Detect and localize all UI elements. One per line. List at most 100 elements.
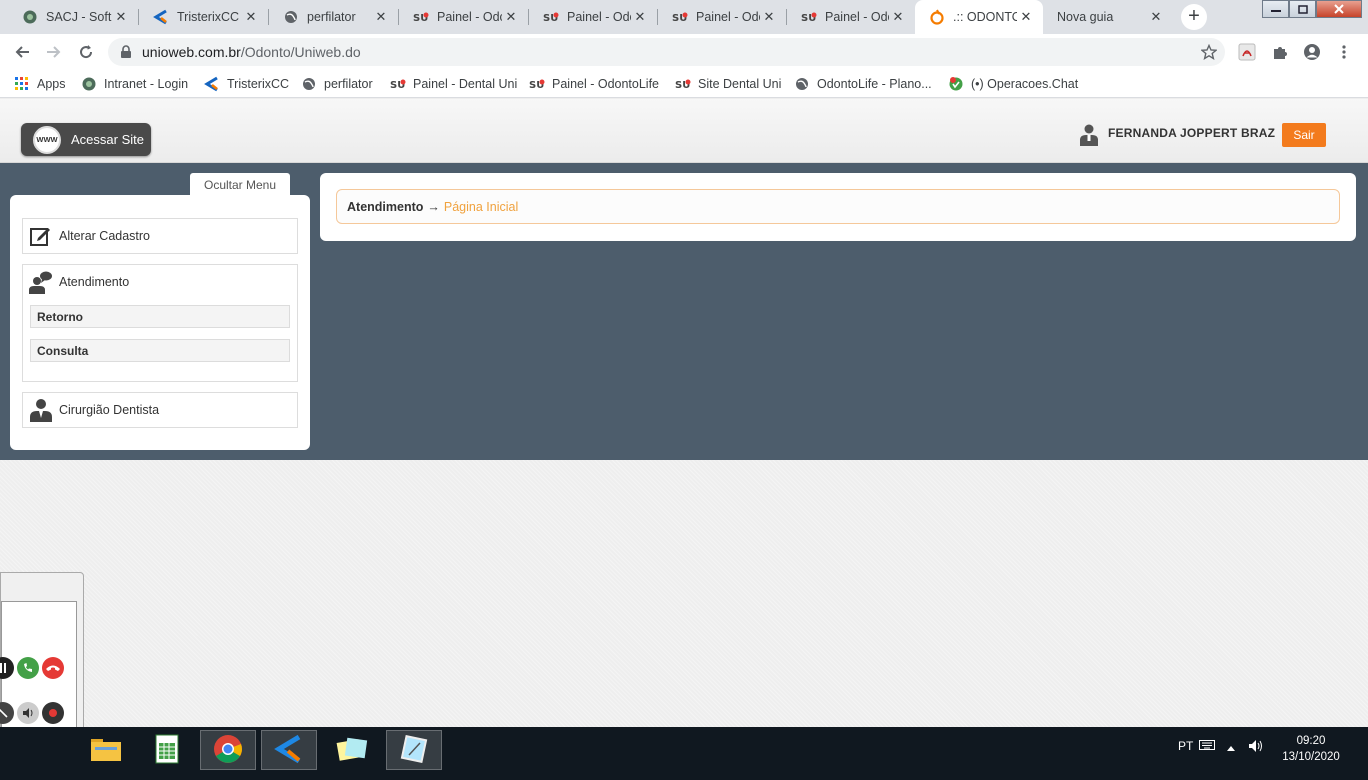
main-content-area: Ocultar Menu Alterar Cadastro Atendiment… [0, 163, 1368, 460]
tab-title: Painel - Odc [437, 10, 502, 24]
content-panel: Atendimento → Página Inicial [320, 173, 1356, 241]
tab-title: TristerixCC [177, 10, 240, 24]
pdf-extension-icon[interactable] [1236, 41, 1258, 63]
bookmark-intranet[interactable]: Intranet - Login [81, 75, 188, 93]
new-tab-button[interactable]: + [1181, 4, 1207, 30]
bookmark-site-dental-uni[interactable]: SU Site Dental Uni [675, 75, 781, 93]
url-host: unioweb.com.br [142, 44, 241, 60]
volume-icon[interactable] [1248, 739, 1264, 756]
bookmark-label: perfilator [324, 77, 373, 91]
menu-atendimento-header[interactable]: Atendimento [23, 265, 297, 299]
record-icon[interactable] [42, 702, 64, 724]
answer-call-icon[interactable] [17, 657, 39, 679]
bookmark-label: Painel - OdontoLife [552, 77, 660, 91]
tab-sacj[interactable]: SACJ - Softn ✕ [8, 0, 138, 34]
close-icon[interactable]: ✕ [889, 9, 907, 25]
tab-painel-1[interactable]: SU Painel - Odc ✕ [399, 0, 528, 34]
clock-time: 09:20 [1296, 735, 1326, 747]
su-logo-icon: SU [672, 9, 688, 25]
bookmark-odontolife-plano[interactable]: OdontoLife - Plano... [794, 75, 932, 93]
hangup-icon[interactable] [42, 657, 64, 679]
bookmark-painel-dental-uni[interactable]: SU Painel - Dental Uni [390, 75, 517, 93]
tray-chevron-up-icon[interactable] [1226, 741, 1236, 755]
close-icon[interactable]: ✕ [112, 9, 130, 25]
taskbar-chrome[interactable] [200, 730, 256, 770]
window-controls [1262, 0, 1362, 20]
tab-painel-3[interactable]: SU Painel - Odc ✕ [658, 0, 786, 34]
tab-title: Nova guia [1057, 10, 1114, 24]
acessar-site-button[interactable]: WWW Acessar Site [21, 123, 151, 156]
tab-title: Painel - Odc [825, 10, 889, 24]
bookmark-label: Site Dental Uni [698, 77, 782, 91]
profile-avatar-icon[interactable] [1301, 41, 1323, 63]
globe-icon [301, 76, 317, 92]
close-icon[interactable]: ✕ [372, 9, 390, 25]
breadcrumb-current[interactable]: Página Inicial [444, 200, 518, 214]
bookmark-tristerix[interactable]: TristerixCC [204, 75, 289, 93]
taskbar-remote[interactable] [386, 730, 442, 770]
web-page: WWW Acessar Site FERNANDA JOPPERT BRAZ S… [0, 99, 1368, 727]
extensions-puzzle-icon[interactable] [1269, 41, 1291, 63]
close-icon[interactable]: ✕ [242, 9, 260, 25]
maximize-icon[interactable] [1289, 0, 1316, 18]
close-icon[interactable]: ✕ [631, 9, 649, 25]
menu-alterar-cadastro[interactable]: Alterar Cadastro [22, 218, 298, 254]
forward-arrow-icon[interactable] [42, 40, 66, 64]
back-arrow-icon[interactable] [10, 40, 34, 64]
language-indicator[interactable]: PT [1178, 739, 1193, 753]
pause-icon[interactable] [0, 657, 14, 679]
speaker-icon[interactable] [17, 702, 39, 724]
mute-icon[interactable] [0, 702, 14, 724]
tab-title: SACJ - Softn [46, 10, 112, 24]
bookmark-operacoes-chat[interactable]: (•) Operacoes.Chat [948, 75, 1078, 93]
tab-painel-4[interactable]: SU Painel - Odc ✕ [787, 0, 915, 34]
keyboard-icon[interactable] [1199, 739, 1215, 754]
close-icon[interactable]: ✕ [502, 9, 520, 25]
taskbar-notes[interactable] [324, 730, 380, 770]
bookmark-perfilator[interactable]: perfilator [301, 75, 373, 93]
window-close-icon[interactable] [1316, 0, 1362, 18]
reload-icon[interactable] [74, 40, 98, 64]
submenu-consulta[interactable]: Consulta [30, 339, 290, 362]
close-icon[interactable]: ✕ [1017, 9, 1035, 25]
sidebar-menu: Alterar Cadastro Atendimento Retorno Con… [10, 195, 310, 450]
chrome-icon [213, 734, 243, 767]
taskbar-explorer[interactable] [78, 730, 134, 770]
breadcrumb-root: Atendimento [347, 199, 424, 214]
minimize-icon[interactable] [1262, 0, 1289, 18]
su-logo-icon: SU [529, 76, 545, 92]
close-icon[interactable]: ✕ [1147, 9, 1165, 25]
tab-perfilator[interactable]: perfilator ✕ [269, 0, 398, 34]
address-bar[interactable]: unioweb.com.br/Odonto/Uniweb.do [108, 38, 1225, 66]
logout-button[interactable]: Sair [1282, 123, 1326, 147]
tab-tristerix[interactable]: TristerixCC ✕ [139, 0, 268, 34]
menu-atendimento: Atendimento Retorno Consulta [22, 264, 298, 382]
spreadsheet-icon [155, 734, 179, 767]
lock-icon [120, 45, 134, 59]
bookmark-label: Apps [37, 77, 66, 91]
breadcrumb-arrow: → [427, 199, 440, 214]
star-icon[interactable] [1198, 41, 1220, 63]
submenu-retorno[interactable]: Retorno [30, 305, 290, 328]
browser-toolbar: unioweb.com.br/Odonto/Uniweb.do [0, 34, 1368, 70]
menu-label: Atendimento [59, 275, 130, 289]
tab-nova-guia[interactable]: Nova guia ✕ [1043, 0, 1173, 34]
folder-icon [90, 736, 122, 765]
url-path: /Odonto/Uniweb.do [240, 44, 361, 60]
tristerix-icon [153, 9, 169, 25]
menu-cirurgiao-dentista[interactable]: Cirurgião Dentista [22, 392, 298, 428]
system-clock[interactable]: 09:20 13/10/2020 [1276, 733, 1346, 765]
hide-menu-tab[interactable]: Ocultar Menu [190, 173, 290, 197]
user-name: FERNANDA JOPPERT BRAZ [1108, 126, 1276, 140]
taskbar-calc[interactable] [139, 730, 195, 770]
close-icon[interactable]: ✕ [760, 9, 778, 25]
bookmark-label: TristerixCC [227, 77, 290, 91]
su-logo-icon: SU [390, 76, 406, 92]
bookmark-painel-odontolife[interactable]: SU Painel - OdontoLife [529, 75, 659, 93]
taskbar-tristerix[interactable] [261, 730, 317, 770]
bookmark-label: Painel - Dental Uni [413, 77, 518, 91]
tab-painel-2[interactable]: SU Painel - Odc ✕ [529, 0, 657, 34]
kebab-menu-icon[interactable] [1333, 41, 1355, 63]
tab-odonto-active[interactable]: .:: ODONTO ✕ [915, 0, 1043, 34]
bookmark-apps[interactable]: Apps [14, 75, 66, 93]
